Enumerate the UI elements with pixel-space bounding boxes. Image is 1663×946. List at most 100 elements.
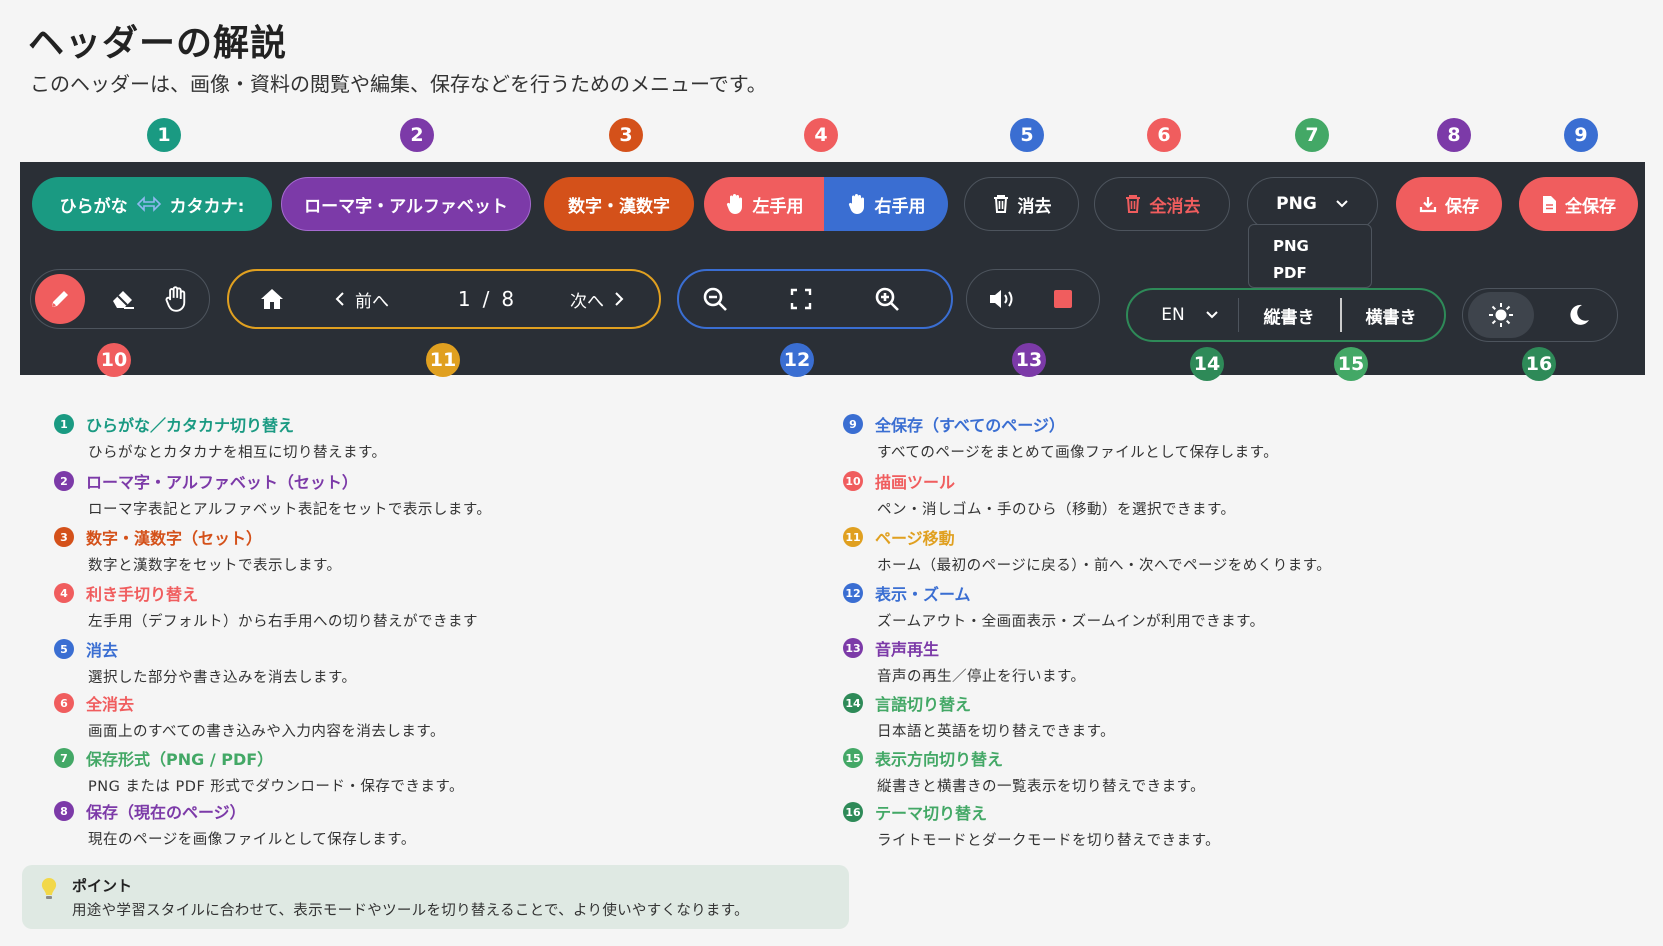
- desc-title: 保存形式（PNG / PDF）: [86, 750, 274, 769]
- left-hand-button[interactable]: 左手用: [704, 177, 824, 231]
- marker-9: 9: [1564, 118, 1598, 152]
- tip-box: ポイント 用途や学習スタイルに合わせて、表示モードやツールを切り替えることで、よ…: [22, 865, 849, 929]
- desc-text: ペン・消しゴム・手のひら（移動）を選択できます。: [877, 502, 1236, 518]
- erase-button[interactable]: 消去: [964, 177, 1079, 231]
- desc-number: 2: [54, 471, 74, 491]
- format-dropdown-menu: PNG PDF: [1248, 224, 1372, 288]
- trash-icon: [992, 194, 1010, 214]
- desc-title: ひらがな／カタカナ切り替え: [86, 416, 295, 435]
- language-select[interactable]: EN: [1140, 292, 1240, 338]
- file-icon: [1541, 195, 1557, 214]
- desc-title: テーマ切り替え: [875, 804, 988, 823]
- desc-title: 表示方向切り替え: [875, 750, 1004, 769]
- chevron-right-icon: [614, 291, 624, 307]
- kanji-number-label: 数字・漢数字: [568, 196, 670, 217]
- language-select-value: EN: [1161, 305, 1185, 325]
- marker-14: 14: [1190, 347, 1224, 381]
- desc-item: 14 言語切り替え 日本語と英語を切り替えできます。: [843, 691, 1115, 741]
- eraser-tool-button[interactable]: [98, 274, 148, 324]
- pencil-icon: [49, 288, 71, 310]
- kanji-number-button[interactable]: 数字・漢数字: [544, 177, 694, 231]
- format-option-pdf[interactable]: PDF: [1273, 260, 1371, 287]
- marker-2: 2: [400, 118, 434, 152]
- zoom-in-icon: [874, 286, 900, 312]
- desc-item: 13 音声再生 音声の再生／停止を行います。: [843, 636, 1086, 686]
- romaji-label: ローマ字・アルファベット: [304, 196, 508, 217]
- desc-number: 6: [54, 693, 74, 713]
- save-label: 保存: [1445, 196, 1479, 217]
- format-option-png[interactable]: PNG: [1273, 233, 1371, 260]
- save-all-button[interactable]: 全保存: [1519, 177, 1638, 231]
- fullscreen-button[interactable]: [776, 274, 826, 324]
- kana-katakana-label: カタカナ:: [169, 196, 245, 217]
- dark-mode-button[interactable]: [1546, 292, 1612, 338]
- desc-number: 8: [54, 801, 74, 821]
- desc-text: 左手用（デフォルト）から右手用への切り替えができます: [88, 614, 478, 630]
- page-current: 1: [457, 287, 471, 311]
- desc-title: 全保存（すべてのページ）: [875, 416, 1065, 435]
- desc-item: 4 利き手切り替え 左手用（デフォルト）から右手用への切り替えができます: [54, 581, 478, 631]
- home-button[interactable]: [250, 274, 294, 324]
- prev-page-button[interactable]: 前へ: [322, 274, 402, 324]
- desc-item: 16 テーマ切り替え ライトモードとダークモードを切り替えできます。: [843, 800, 1220, 850]
- page-title: ヘッダーの解説: [28, 23, 288, 64]
- desc-number: 5: [54, 639, 74, 659]
- desc-number: 16: [843, 802, 863, 822]
- zoom-out-icon: [702, 286, 728, 312]
- hand-icon: [847, 193, 867, 215]
- desc-text: 数字と漢数字をセットで表示します。: [88, 558, 342, 574]
- save-all-label: 全保存: [1565, 196, 1616, 217]
- vertical-label: 縦書き: [1263, 307, 1315, 328]
- next-page-button[interactable]: 次へ: [556, 274, 638, 324]
- swap-arrows-icon: [136, 195, 162, 213]
- right-hand-button[interactable]: 右手用: [824, 177, 948, 231]
- tip-title: ポイント: [72, 877, 133, 895]
- vertical-writing-button[interactable]: 縦書き: [1245, 292, 1333, 338]
- desc-text: 選択した部分や書き込みを消去します。: [88, 670, 357, 686]
- page-indicator: 1 / 8: [446, 274, 526, 324]
- kana-toggle[interactable]: ひらがな カタカナ:: [32, 177, 272, 231]
- desc-item: 5 消去 選択した部分や書き込みを消去します。: [54, 637, 357, 687]
- horizontal-writing-button[interactable]: 横書き: [1347, 292, 1435, 338]
- marker-10: 10: [97, 343, 131, 377]
- save-button[interactable]: 保存: [1396, 177, 1502, 231]
- desc-number: 11: [843, 527, 863, 547]
- marker-4: 4: [804, 118, 838, 152]
- eraser-icon: [110, 288, 136, 310]
- marker-5: 5: [1010, 118, 1044, 152]
- desc-title: 利き手切り替え: [86, 585, 199, 604]
- zoom-out-button[interactable]: [690, 274, 740, 324]
- audio-play-button[interactable]: [978, 274, 1028, 324]
- desc-item: 6 全消去 画面上のすべての書き込みや入力内容を消去します。: [54, 691, 445, 741]
- desc-text: ローマ字表記とアルファベット表記をセットで表示します。: [88, 502, 492, 518]
- desc-number: 9: [843, 414, 863, 434]
- next-label: 次へ: [570, 291, 604, 312]
- desc-text: ライトモードとダークモードを切り替えできます。: [877, 833, 1221, 849]
- zoom-in-button[interactable]: [862, 274, 912, 324]
- desc-item: 3 数字・漢数字（セット） 数字と漢数字をセットで表示します。: [54, 525, 342, 575]
- marker-3: 3: [609, 118, 643, 152]
- format-select[interactable]: PNG: [1247, 177, 1378, 231]
- pen-tool-button[interactable]: [35, 274, 85, 324]
- download-icon: [1419, 195, 1437, 213]
- trash-icon: [1124, 194, 1142, 214]
- marker-1: 1: [147, 118, 181, 152]
- erase-all-button[interactable]: 全消去: [1094, 177, 1230, 231]
- desc-item: 15 表示方向切り替え 縦書きと横書きの一覧表示を切り替えできます。: [843, 746, 1205, 796]
- desc-number: 1: [54, 414, 74, 434]
- audio-stop-button[interactable]: [1038, 274, 1088, 324]
- stop-icon: [1054, 290, 1072, 308]
- hand-tool-button[interactable]: [151, 274, 201, 324]
- lightbulb-icon: [40, 877, 58, 905]
- desc-item: 11 ページ移動 ホーム（最初のページに戻る）・前へ・次へでページをめくります。: [843, 525, 1331, 575]
- tip-text: 用途や学習スタイルに合わせて、表示モードやツールを切り替えることで、より使いやす…: [72, 903, 749, 919]
- desc-title: 消去: [86, 641, 119, 660]
- desc-number: 7: [54, 748, 74, 768]
- desc-item: 2 ローマ字・アルファベット（セット） ローマ字表記とアルファベット表記をセットで…: [54, 469, 491, 519]
- page-subtitle: このヘッダーは、画像・資料の閲覧や編集、保存などを行うためのメニューです。: [30, 72, 767, 96]
- romaji-button[interactable]: ローマ字・アルファベット: [281, 177, 531, 231]
- desc-title: ページ移動: [875, 529, 955, 548]
- light-mode-button[interactable]: [1468, 292, 1534, 338]
- desc-title: 描画ツール: [875, 473, 956, 492]
- desc-number: 12: [843, 583, 863, 603]
